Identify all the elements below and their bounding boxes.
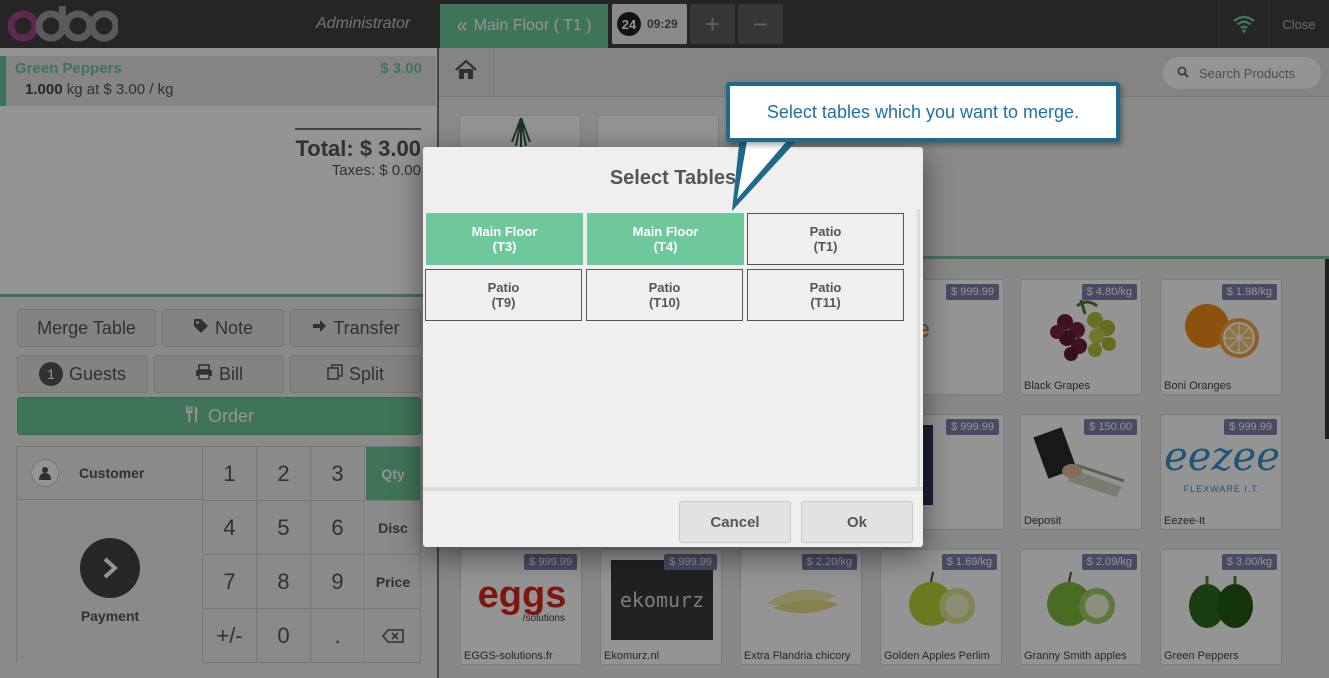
table-option[interactable]: Patio (T9) <box>425 269 582 321</box>
table-floor: Patio <box>487 280 520 295</box>
table-number: (T3) <box>492 239 517 254</box>
table-option[interactable]: Main Floor (T3) <box>426 213 583 265</box>
table-option[interactable]: Patio (T11) <box>747 269 904 321</box>
table-list: Main Floor (T3) Main Floor (T4) Patio (T… <box>423 209 920 487</box>
table-option[interactable]: Patio (T1) <box>747 213 904 265</box>
table-number: (T11) <box>810 295 841 310</box>
select-tables-dialog: Select Tables Main Floor (T3) Main Floor… <box>423 147 923 547</box>
tutorial-callout: Select tables which you want to merge. <box>726 82 1120 142</box>
table-number: (T10) <box>648 295 681 310</box>
ok-button[interactable]: Ok <box>801 501 913 543</box>
callout-pointer <box>732 135 802 211</box>
table-number: (T9) <box>491 295 516 310</box>
table-floor: Main Floor <box>632 224 699 239</box>
table-number: (T4) <box>653 239 678 254</box>
table-floor: Patio <box>809 280 842 295</box>
cancel-button[interactable]: Cancel <box>679 501 791 543</box>
table-number: (T1) <box>813 239 838 254</box>
dialog-title: Select Tables <box>609 167 737 189</box>
table-floor: Patio <box>809 224 842 239</box>
table-option[interactable]: Main Floor (T4) <box>587 213 744 265</box>
table-floor: Main Floor <box>471 224 538 239</box>
table-option[interactable]: Patio (T10) <box>586 269 743 321</box>
table-floor: Patio <box>648 280 681 295</box>
dialog-footer: Cancel Ok <box>423 487 923 547</box>
